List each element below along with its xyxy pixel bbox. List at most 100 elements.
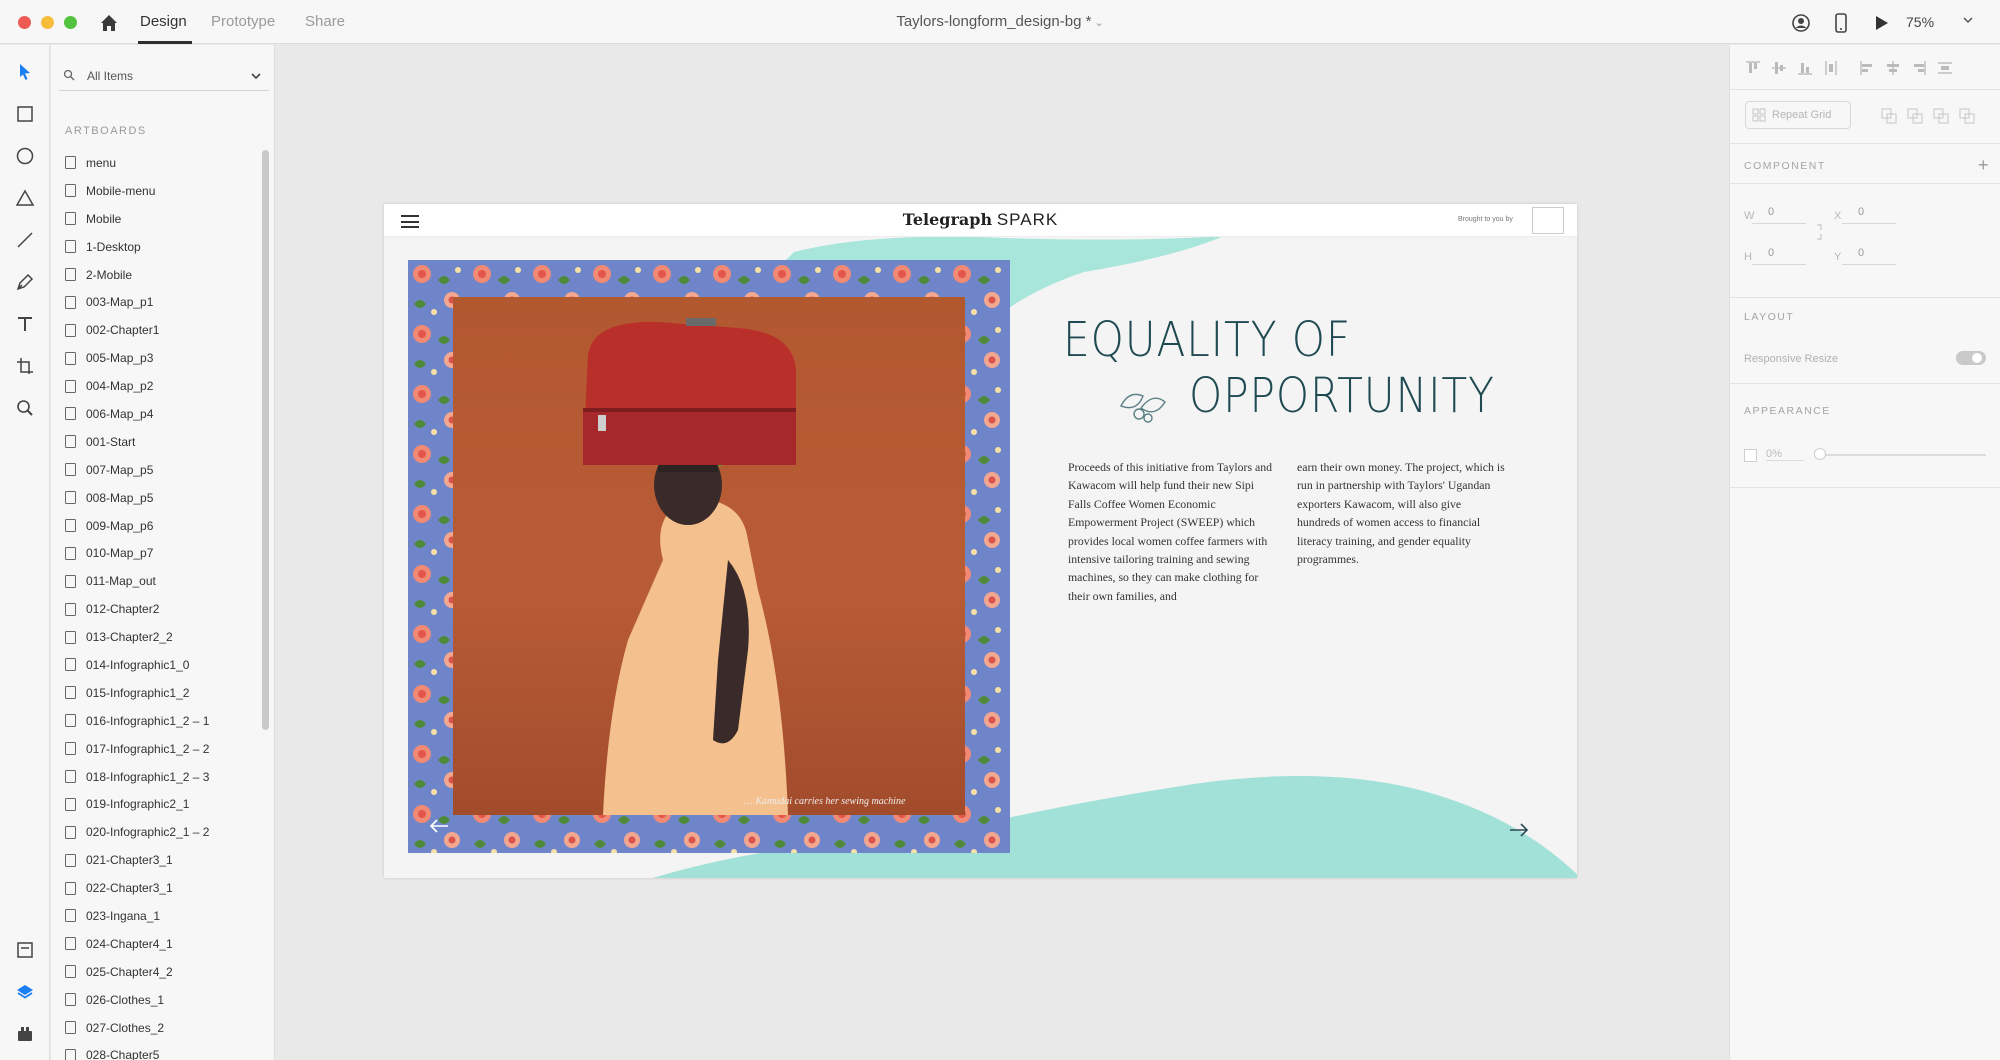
- photo-caption: … Kamudai carries her sewing machine: [744, 796, 906, 807]
- add-component-icon[interactable]: +: [1978, 155, 1989, 176]
- opacity-field[interactable]: 0%: [1766, 448, 1804, 461]
- artboard-list-item[interactable]: 001-Start: [65, 428, 265, 456]
- play-icon[interactable]: [1870, 12, 1892, 34]
- artboard-list-item[interactable]: 002-Chapter1: [65, 316, 265, 344]
- artboard-list-item[interactable]: 010-Map_p7: [65, 539, 265, 567]
- lock-aspect-icon[interactable]: [1812, 223, 1830, 241]
- align-bottom-icon[interactable]: [1796, 59, 1814, 77]
- artboard-list-item[interactable]: 019-Infographic2_1: [65, 790, 265, 818]
- opacity-checkbox[interactable]: [1744, 449, 1757, 462]
- artboard-list-item[interactable]: 021-Chapter3_1: [65, 846, 265, 874]
- repeat-grid-button[interactable]: Repeat Grid: [1745, 101, 1851, 129]
- user-icon[interactable]: [1790, 12, 1812, 34]
- divider: [1730, 487, 2000, 488]
- artboard-icon: [65, 881, 76, 895]
- artboard-list-item[interactable]: 026-Clothes_1: [65, 986, 265, 1014]
- artboard-list-item-label: 002-Chapter1: [86, 323, 160, 338]
- opacity-slider-track[interactable]: [1818, 454, 1986, 456]
- artboard-list-item[interactable]: 024-Chapter4_1: [65, 930, 265, 958]
- artboard-list-item[interactable]: 016-Infographic1_2 – 1: [65, 707, 265, 735]
- x-field[interactable]: 0: [1842, 206, 1896, 224]
- artboard-list-item[interactable]: 015-Infographic1_2: [65, 679, 265, 707]
- artboard-list-item[interactable]: 003-Map_p1: [65, 288, 265, 316]
- divider: [1730, 183, 2000, 184]
- artboard-list-item-label: 019-Infographic2_1: [86, 797, 190, 812]
- pen-tool-icon[interactable]: [12, 269, 38, 295]
- align-center-icon[interactable]: [1884, 59, 1902, 77]
- artboard-list-item[interactable]: Mobile-menu: [65, 177, 265, 205]
- artboard-list-item[interactable]: 017-Infographic1_2 – 2: [65, 735, 265, 763]
- artboard-icon: [65, 602, 76, 616]
- responsive-resize-toggle[interactable]: [1956, 351, 1986, 365]
- artboard-list-item[interactable]: 012-Chapter2: [65, 595, 265, 623]
- boolean-add-icon[interactable]: [1880, 107, 1898, 125]
- artboard-icon: [65, 1021, 76, 1035]
- layers-filter-dropdown[interactable]: All Items: [59, 61, 269, 91]
- artboard-list-item-label: 011-Map_out: [86, 574, 156, 589]
- artboard-list-item[interactable]: menu: [65, 149, 265, 177]
- text-tool-icon[interactable]: [12, 311, 38, 337]
- artboard-list-item[interactable]: 2-Mobile: [65, 261, 265, 289]
- line-tool-icon[interactable]: [12, 227, 38, 253]
- artboard-list-item[interactable]: 006-Map_p4: [65, 400, 265, 428]
- select-tool-icon[interactable]: [12, 59, 38, 85]
- assets-icon[interactable]: [12, 937, 38, 963]
- zoom-tool-icon[interactable]: [12, 395, 38, 421]
- artboard-list-item-label: 1-Desktop: [86, 239, 141, 254]
- align-top-icon[interactable]: [1744, 59, 1762, 77]
- artboard-list-item[interactable]: 009-Map_p6: [65, 512, 265, 540]
- opacity-slider-handle[interactable]: [1814, 448, 1826, 460]
- artboard-icon: [65, 156, 76, 170]
- arrow-left-icon[interactable]: [428, 818, 450, 834]
- align-right-icon[interactable]: [1910, 59, 1928, 77]
- artboard-list-item[interactable]: 028-Chapter5: [65, 1042, 265, 1060]
- artboard-list-item[interactable]: 027-Clothes_2: [65, 1014, 265, 1042]
- width-value: 0: [1768, 206, 1775, 218]
- triangle-tool-icon[interactable]: [12, 185, 38, 211]
- distribute-horizontal-icon[interactable]: [1936, 59, 1954, 77]
- artboard-list-item[interactable]: 004-Map_p2: [65, 372, 265, 400]
- align-middle-icon[interactable]: [1770, 59, 1788, 77]
- plugins-icon[interactable]: [12, 1021, 38, 1047]
- artboard-list-item[interactable]: 020-Infographic2_1 – 2: [65, 818, 265, 846]
- zoom-chevron-down-icon[interactable]: [1960, 12, 1976, 28]
- document-title[interactable]: Taylors-longform_design-bg * ⌄: [0, 13, 2000, 30]
- width-field[interactable]: 0: [1752, 206, 1806, 224]
- device-preview-icon[interactable]: [1830, 12, 1852, 34]
- artboard-icon: [65, 519, 76, 533]
- rectangle-tool-icon[interactable]: [12, 101, 38, 127]
- artboard-icon: [65, 909, 76, 923]
- artboard-list-item[interactable]: 018-Infographic1_2 – 3: [65, 763, 265, 791]
- artboard-tool-icon[interactable]: [12, 353, 38, 379]
- align-left-icon[interactable]: [1858, 59, 1876, 77]
- artboard-list-item[interactable]: 011-Map_out: [65, 567, 265, 595]
- distribute-vertical-icon[interactable]: [1822, 59, 1840, 77]
- height-field[interactable]: 0: [1752, 247, 1806, 265]
- boolean-exclude-icon[interactable]: [1958, 107, 1976, 125]
- artboard-list-item-label: 025-Chapter4_2: [86, 964, 173, 979]
- artboard-list-item[interactable]: 023-Ingana_1: [65, 902, 265, 930]
- artboard-list-item[interactable]: 013-Chapter2_2: [65, 623, 265, 651]
- arrow-right-icon[interactable]: [1508, 822, 1530, 838]
- artboard-list-item[interactable]: Mobile: [65, 205, 265, 233]
- artboard-list-item[interactable]: 1-Desktop: [65, 233, 265, 261]
- artboard-list-item[interactable]: 007-Map_p5: [65, 456, 265, 484]
- artboard-list-item[interactable]: 005-Map_p3: [65, 344, 265, 372]
- ellipse-tool-icon[interactable]: [12, 143, 38, 169]
- y-field[interactable]: 0: [1842, 247, 1896, 265]
- boolean-subtract-icon[interactable]: [1906, 107, 1924, 125]
- artboard-icon: [65, 658, 76, 672]
- artboard-list-item[interactable]: 008-Map_p5: [65, 484, 265, 512]
- artboard-list-item[interactable]: 025-Chapter4_2: [65, 958, 265, 986]
- layers-scrollbar[interactable]: [262, 150, 269, 730]
- responsive-resize-label: Responsive Resize: [1744, 353, 1839, 365]
- zoom-level[interactable]: 75%: [1906, 14, 1934, 30]
- coffee-leaf-icon: [1120, 393, 1166, 423]
- site-logo[interactable]: Telegraph SPARK: [384, 210, 1577, 230]
- boolean-intersect-icon[interactable]: [1932, 107, 1950, 125]
- layers-icon[interactable]: [12, 979, 38, 1005]
- artboard-list-item[interactable]: 014-Infographic1_0: [65, 651, 265, 679]
- chevron-down-icon: [251, 73, 261, 80]
- artboard-list-item[interactable]: 022-Chapter3_1: [65, 874, 265, 902]
- artboard-equality-of-opportunity[interactable]: Telegraph SPARK Brought to you by … Kamu…: [384, 204, 1577, 878]
